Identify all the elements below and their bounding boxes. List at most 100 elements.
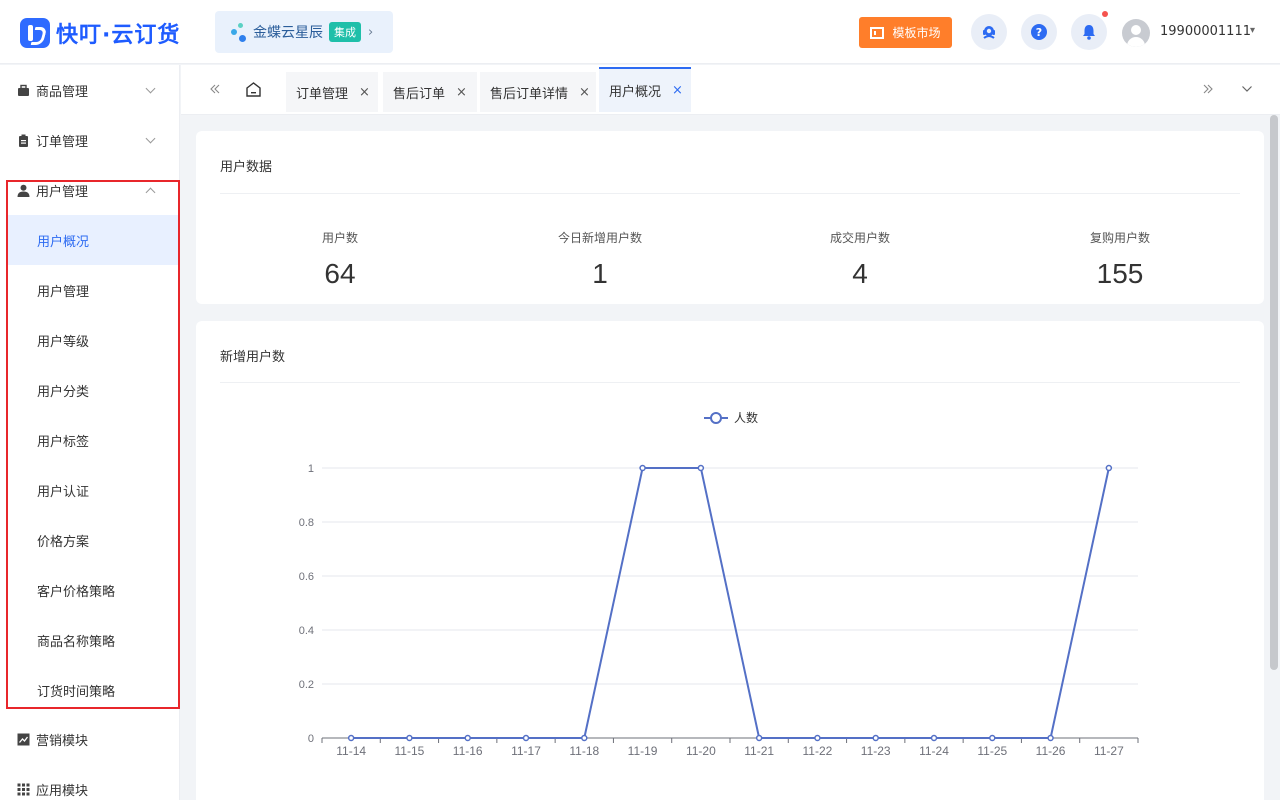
sidebar-item-user-verification[interactable]: 用户认证 — [7, 465, 178, 515]
stat-label: 复购用户数 — [1089, 231, 1150, 245]
data-point — [1047, 734, 1054, 742]
sidebar-item-user-category[interactable]: 用户分类 — [7, 365, 178, 415]
sidebar: 商品管理 订单管理 用户管理 用户概况 用户管理 用户等级 用户分类 用户标签 … — [0, 65, 180, 800]
data-point — [989, 734, 996, 742]
chevron-down-icon[interactable] — [1241, 84, 1253, 94]
divider — [220, 193, 1240, 194]
sidebar-group-label: 商品管理 — [36, 84, 89, 100]
x-tick-label: 11-17 — [511, 744, 541, 758]
data-point — [347, 734, 355, 742]
legend-marker — [710, 412, 722, 424]
stat-value: 1 — [592, 258, 608, 289]
template-market-button[interactable]: 模板市场 — [859, 17, 952, 48]
tab-label: 售后订单 — [393, 86, 446, 102]
username[interactable]: 19900001111 — [1160, 24, 1251, 39]
x-tick-label: 11-27 — [1094, 744, 1124, 758]
tab-user-overview[interactable]: 用户概况 × — [599, 67, 691, 112]
avatar[interactable] — [1122, 19, 1150, 47]
chevron-down-icon — [145, 133, 156, 144]
scrollbar[interactable] — [1270, 115, 1278, 670]
data-point — [581, 734, 588, 742]
y-tick-label: 0.4 — [299, 625, 314, 637]
sidebar-item-user-tags[interactable]: 用户标签 — [7, 415, 178, 465]
data-point — [697, 464, 705, 472]
stat-repurchase-users: 复购用户数 155 — [1020, 229, 1220, 290]
stat-new-today: 今日新增用户数 1 — [500, 229, 700, 290]
y-tick-label: 1 — [308, 463, 314, 475]
user-data-card: 用户数据 用户数 64 今日新增用户数 1 成交用户数 4 复购用户数 155 — [196, 131, 1264, 304]
sidebar-item-user-overview[interactable]: 用户概况 — [7, 215, 178, 265]
double-chevron-left-icon[interactable] — [209, 83, 221, 95]
help-button[interactable]: ? — [1021, 14, 1057, 50]
sidebar-group-marketing[interactable]: 营销模块 — [0, 714, 180, 764]
data-point — [814, 734, 821, 742]
y-tick-label: 0.8 — [299, 517, 314, 529]
x-tick-label: 11-25 — [977, 744, 1007, 758]
sidebar-item-customer-price-strategy[interactable]: 客户价格策略 — [7, 565, 178, 615]
stat-label: 用户数 — [321, 231, 358, 245]
x-tick-label: 11-26 — [1036, 744, 1066, 758]
close-icon[interactable]: × — [456, 85, 467, 100]
sidebar-item-user-management[interactable]: 用户管理 — [7, 265, 178, 315]
x-tick-label: 11-23 — [861, 744, 891, 758]
new-users-line-chart: 0 0.2 0.4 0.6 0.8 1 11-14 11-15 11-16 11-17 11-18 1… — [299, 410, 1139, 758]
data-point — [639, 464, 646, 472]
data-point — [522, 734, 530, 742]
close-icon[interactable]: × — [672, 83, 683, 98]
x-tick-label: 11-24 — [919, 744, 949, 758]
stat-value: 64 — [324, 258, 356, 289]
sidebar-group-orders[interactable]: 订单管理 — [0, 115, 180, 165]
sidebar-group-users[interactable]: 用户管理 — [0, 165, 180, 215]
y-tick-label: 0 — [308, 733, 314, 745]
sidebar-item-order-time-strategy[interactable]: 订货时间策略 — [7, 665, 178, 715]
sidebar-group-label: 用户管理 — [36, 184, 89, 200]
grid-icon — [17, 783, 30, 795]
app-logo[interactable]: 快叮·云订货 — [20, 17, 180, 49]
help-icon: ? — [1031, 24, 1047, 40]
data-point — [1105, 464, 1113, 472]
sidebar-group-apps[interactable]: 应用模块 — [0, 764, 180, 800]
tab-label: 用户概况 — [609, 85, 662, 100]
customer-service-button[interactable] — [971, 14, 1007, 50]
kingdee-integration-link[interactable]: 金蝶云星辰 集成 › — [215, 11, 393, 53]
home-icon[interactable] — [245, 81, 262, 98]
card-title: 用户数据 — [220, 160, 273, 175]
sidebar-group-label: 应用模块 — [36, 783, 89, 799]
x-tick-label: 11-22 — [803, 744, 833, 758]
close-icon[interactable]: × — [579, 85, 590, 100]
stat-value: 155 — [1096, 258, 1144, 289]
logo-text: 快叮·云订货 — [56, 23, 181, 48]
sidebar-group-label: 营销模块 — [36, 733, 89, 749]
tab-order-management[interactable]: 订单管理 × — [286, 72, 378, 112]
close-icon[interactable]: × — [359, 85, 370, 100]
stat-deal-users: 成交用户数 4 — [760, 229, 960, 290]
sidebar-group-label: 订单管理 — [36, 134, 89, 150]
series-line — [351, 467, 1110, 739]
legend-label: 人数 — [734, 410, 758, 425]
stat-user-count: 用户数 64 — [240, 229, 440, 290]
brand-name: 金蝶云星辰 — [253, 25, 323, 41]
user-icon — [17, 184, 30, 197]
svg-text:?: ? — [1036, 26, 1042, 39]
tab-aftersale-order-detail[interactable]: 售后订单详情 × — [480, 72, 596, 112]
double-chevron-right-icon[interactable] — [1202, 83, 1214, 95]
x-tick-label: 11-14 — [336, 744, 366, 758]
sidebar-item-user-level[interactable]: 用户等级 — [7, 315, 178, 365]
trend-icon — [17, 733, 30, 745]
new-users-card: 新增用户数 0 0.2 0.4 0.6 0.8 1 11-14 11-15 11-16 11-17… — [196, 321, 1264, 800]
kingdee-dots-icon — [229, 21, 249, 43]
caret-down-icon[interactable]: ▾ — [1250, 25, 1255, 36]
notification-button[interactable] — [1071, 14, 1107, 50]
template-market-label: 模板市场 — [892, 26, 941, 40]
sidebar-group-products[interactable]: 商品管理 — [0, 65, 180, 115]
sidebar-item-product-name-strategy[interactable]: 商品名称策略 — [7, 615, 178, 665]
sidebar-item-price-plan[interactable]: 价格方案 — [7, 515, 178, 565]
data-point — [755, 734, 763, 742]
tab-aftersale-orders[interactable]: 售后订单 × — [383, 72, 477, 112]
chevron-down-icon — [145, 83, 156, 94]
top-bar: 快叮·云订货 金蝶云星辰 集成 › 模板市场 ? 19900001111 ▾ — [0, 0, 1280, 64]
chevron-up-icon — [145, 187, 156, 198]
stat-label: 成交用户数 — [829, 231, 890, 245]
x-tick-label: 11-18 — [569, 744, 599, 758]
data-point — [464, 734, 471, 742]
